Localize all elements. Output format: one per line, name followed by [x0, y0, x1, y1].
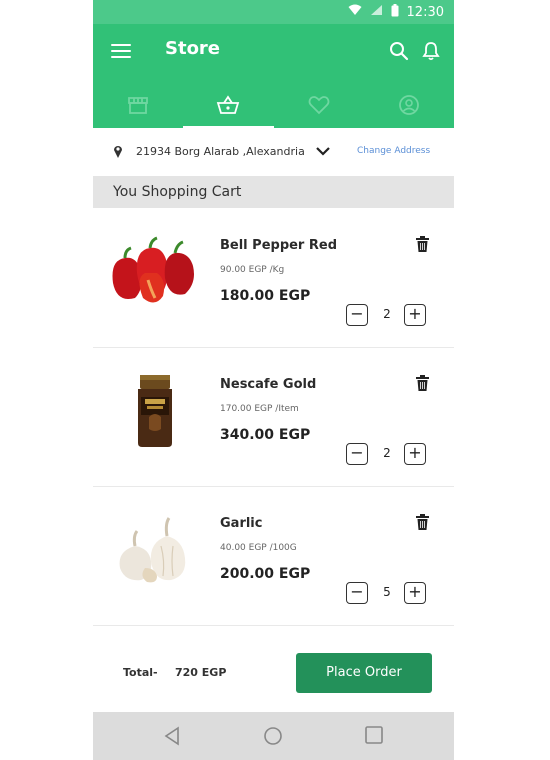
profile-icon	[398, 94, 420, 120]
quantity-stepper: − 5 +	[346, 582, 431, 606]
decrease-button[interactable]: −	[346, 443, 368, 465]
product-image	[105, 228, 205, 308]
increase-button[interactable]: +	[404, 304, 426, 326]
chevron-down-icon[interactable]	[315, 145, 331, 160]
total-value: 720 EGP	[175, 666, 227, 679]
item-total: 340.00 EGP	[220, 427, 311, 443]
home-icon[interactable]	[263, 726, 283, 750]
cart-item: Nescafe Gold 170.00 EGP /Item 340.00 EGP…	[93, 347, 454, 487]
product-name: Garlic	[220, 516, 263, 531]
total-label: Total-	[123, 666, 158, 679]
status-bar: 12:30	[93, 0, 454, 24]
increase-button[interactable]: +	[404, 582, 426, 604]
quantity-value: 2	[383, 307, 391, 321]
system-nav-bar	[93, 712, 454, 760]
product-name: Bell Pepper Red	[220, 238, 338, 253]
wifi-icon	[348, 4, 362, 20]
location-pin-icon	[113, 144, 123, 161]
clock-time: 12:30	[406, 4, 444, 20]
cart-item: Garlic 40.00 EGP /100G 200.00 EGP − 5 +	[93, 486, 454, 626]
battery-icon	[391, 3, 399, 21]
product-image	[105, 367, 205, 447]
address-row: 21934 Borg Alarab ,Alexandria Change Add…	[93, 128, 454, 176]
place-order-button[interactable]: Place Order	[296, 653, 432, 693]
trash-icon[interactable]	[416, 236, 429, 256]
product-name: Nescafe Gold	[220, 377, 317, 392]
quantity-value: 5	[383, 585, 391, 599]
tab-favorites[interactable]	[274, 86, 364, 128]
increase-button[interactable]: +	[404, 443, 426, 465]
trash-icon[interactable]	[416, 514, 429, 534]
back-icon[interactable]	[163, 726, 181, 750]
page-title: Store	[165, 38, 221, 59]
quantity-value: 2	[383, 446, 391, 460]
item-total: 180.00 EGP	[220, 288, 311, 304]
tab-store[interactable]	[93, 86, 183, 128]
quantity-stepper: − 2 +	[346, 443, 431, 467]
quantity-stepper: − 2 +	[346, 304, 431, 328]
order-footer: Total- 720 EGP Place Order	[93, 626, 454, 712]
unit-price: 40.00 EGP /100G	[220, 543, 297, 553]
menu-icon[interactable]	[111, 44, 131, 60]
basket-icon	[216, 95, 240, 119]
heart-icon	[308, 95, 330, 119]
signal-icon	[370, 4, 383, 20]
change-address-link[interactable]: Change Address	[357, 146, 430, 156]
tab-profile[interactable]	[364, 86, 454, 128]
decrease-button[interactable]: −	[346, 304, 368, 326]
unit-price: 170.00 EGP /Item	[220, 404, 299, 414]
bell-icon[interactable]	[422, 41, 440, 65]
trash-icon[interactable]	[416, 375, 429, 395]
search-icon[interactable]	[389, 41, 409, 65]
cart-heading: You Shopping Cart	[93, 176, 454, 208]
unit-price: 90.00 EGP /Kg	[220, 265, 285, 275]
tab-basket[interactable]	[183, 86, 274, 128]
tab-bar	[93, 86, 454, 128]
phone-screen: 12:30 Store 21934 Borg Alarab ,Alexandri…	[93, 0, 454, 760]
address-text: 21934 Borg Alarab ,Alexandria	[136, 145, 305, 158]
decrease-button[interactable]: −	[346, 582, 368, 604]
recents-icon[interactable]	[365, 726, 383, 748]
item-total: 200.00 EGP	[220, 566, 311, 582]
app-bar: Store	[93, 24, 454, 128]
store-icon	[127, 95, 149, 119]
cart-item: Bell Pepper Red 90.00 EGP /Kg 180.00 EGP…	[93, 208, 454, 348]
product-image	[105, 506, 205, 586]
